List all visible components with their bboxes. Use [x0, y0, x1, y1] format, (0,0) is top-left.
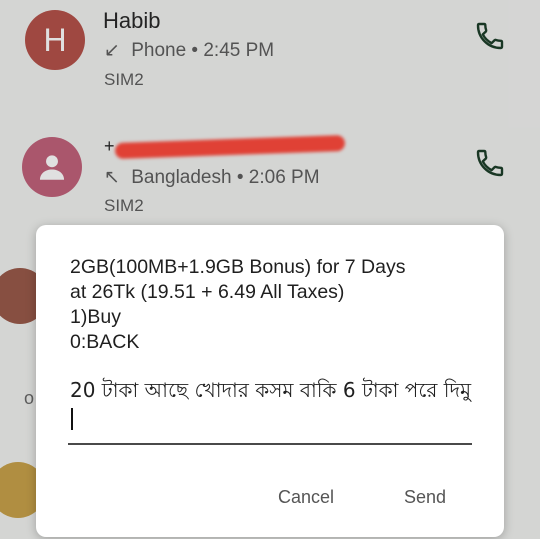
- send-button[interactable]: Send: [404, 487, 446, 508]
- ussd-message: 2GB(100MB+1.9GB Bonus) for 7 Days at 26T…: [70, 256, 406, 353]
- cancel-button[interactable]: Cancel: [278, 487, 334, 508]
- call-log-screen: H Habib ↙ Phone • 2:45 PM SIM2 + ↖ Bangl…: [0, 0, 540, 539]
- text-cursor: [71, 408, 73, 430]
- reply-input-value: 20 টাকা আছে খোদার কসম বাকি 6 টাকা পরে দি…: [70, 378, 472, 402]
- reply-input[interactable]: 20 টাকা আছে খোদার কসম বাকি 6 টাকা পরে দি…: [68, 375, 472, 445]
- ussd-dialog: 2GB(100MB+1.9GB Bonus) for 7 Days at 26T…: [36, 225, 504, 537]
